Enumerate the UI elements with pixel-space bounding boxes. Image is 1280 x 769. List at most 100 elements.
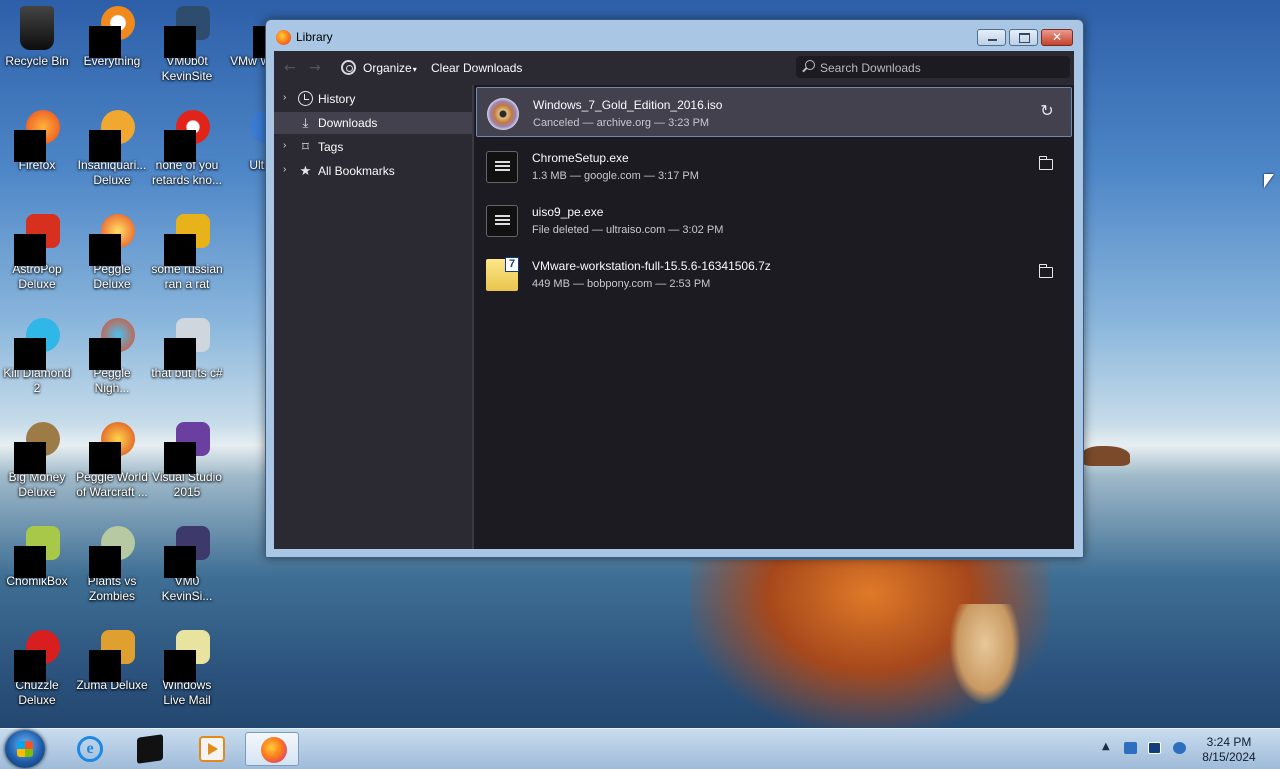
- russian-app-icon: [164, 214, 210, 266]
- desktop-icon-kill-diamond[interactable]: Kill Diamond 2: [0, 318, 74, 396]
- maximize-button[interactable]: [1009, 29, 1038, 46]
- executable-file-icon: [486, 205, 518, 237]
- taskbar-media-player[interactable]: [184, 732, 238, 766]
- expand-chevron-icon[interactable]: ›: [283, 164, 286, 175]
- download-filename: ChromeSetup.exe: [532, 151, 629, 165]
- desktop-icon-firefox[interactable]: Firefox: [0, 110, 74, 173]
- clock-date: 8/15/2024: [1202, 750, 1256, 764]
- tag-icon: ⌑: [302, 139, 309, 154]
- terminal-icon: [137, 734, 163, 764]
- desktop-icon-astropop[interactable]: AstroPop Deluxe: [0, 214, 74, 292]
- download-filename: Windows_7_Gold_Edition_2016.iso: [533, 98, 723, 112]
- disc-image-icon: [487, 98, 519, 130]
- firefox-icon: [14, 110, 60, 162]
- volume-icon[interactable]: [1173, 742, 1186, 754]
- zuma-icon: [89, 630, 135, 682]
- taskbar-clock[interactable]: 3:24 PM 8/15/2024: [1196, 735, 1262, 765]
- wallpaper-rock: [1082, 446, 1130, 466]
- desktop-icon-peggle-nights[interactable]: Peggle Nigh...: [75, 318, 149, 396]
- desktop-icon-chuzzle[interactable]: Chuzzle Deluxe: [0, 630, 74, 708]
- download-item[interactable]: ChromeSetup.exe 1.3 MB — google.com — 3:…: [476, 141, 1072, 191]
- download-item[interactable]: VMware-workstation-full-15.5.6-16341506.…: [476, 249, 1072, 299]
- desktop-icon-some-russian[interactable]: some russian ran a rat: [150, 214, 224, 292]
- taskbar-firefox[interactable]: [245, 732, 299, 766]
- desktop-icon-big-money[interactable]: Big Money Deluxe: [0, 422, 74, 500]
- firefox-icon: [276, 30, 291, 45]
- desktop-icon-insaniquarium[interactable]: Insaniquari... Deluxe: [75, 110, 149, 188]
- download-status: 449 MB — bobpony.com — 2:53 PM: [532, 278, 711, 290]
- star-icon: ★: [299, 163, 312, 178]
- minimize-button[interactable]: [977, 29, 1006, 46]
- desktop-icon-vm0-kevinsite[interactable]: VM0 KevinSi...: [150, 526, 224, 604]
- chuzzle-icon: [14, 630, 60, 682]
- sidebar-item-tags[interactable]: › ⌑ Tags: [274, 136, 472, 158]
- desktop-icon-none-of-you[interactable]: none of you retards kno...: [150, 110, 224, 188]
- folder-icon[interactable]: [1036, 156, 1056, 174]
- visual-studio-icon: [164, 422, 210, 474]
- close-button[interactable]: ✕: [1041, 29, 1073, 46]
- mouse-cursor-icon: [1264, 174, 1274, 188]
- download-item[interactable]: uiso9_pe.exe File deleted — ultraiso.com…: [476, 195, 1072, 245]
- taskbar-terminal[interactable]: [122, 732, 176, 766]
- vm-shortcut-icon: [164, 526, 210, 578]
- 7zip-archive-icon: [486, 257, 519, 291]
- download-status: Canceled — archive.org — 3:23 PM: [533, 117, 710, 129]
- desktop-icon-windows-live-mail[interactable]: Windows Live Mail: [150, 630, 224, 708]
- taskbar-internet-explorer[interactable]: e: [62, 732, 116, 766]
- gear-icon[interactable]: [341, 60, 356, 75]
- desktop-icon-chomikbox[interactable]: ChomikBox: [0, 526, 74, 589]
- start-button[interactable]: [5, 730, 45, 768]
- expand-chevron-icon[interactable]: ›: [283, 92, 286, 103]
- search-icon: [805, 60, 815, 70]
- folder-icon[interactable]: [1036, 264, 1056, 282]
- library-client-area: ← → Organize▾ Clear Downloads › History …: [274, 51, 1074, 549]
- internet-explorer-icon: e: [77, 736, 103, 762]
- clock-time: 3:24 PM: [1206, 735, 1252, 749]
- forward-arrow-icon[interactable]: →: [309, 60, 321, 76]
- library-sidebar: › History ⤓ Downloads › ⌑ Tags › ★ All B…: [274, 85, 474, 549]
- network-icon[interactable]: [1148, 742, 1161, 754]
- download-item[interactable]: Windows_7_Gold_Edition_2016.iso Canceled…: [476, 87, 1072, 137]
- window-title: Library: [296, 30, 333, 44]
- desktop-icon-peggle-deluxe[interactable]: Peggle Deluxe: [75, 214, 149, 292]
- media-player-icon: [199, 736, 225, 762]
- organize-button[interactable]: Organize▾: [363, 61, 417, 75]
- desktop-icon-vm0b0t[interactable]: VM0b0t KevinSite: [150, 6, 224, 84]
- vm-shortcut-icon: [164, 6, 210, 58]
- peggle-nights-icon: [89, 318, 135, 370]
- chrome-like-icon: [164, 110, 210, 162]
- library-window: Library ✕ ← → Organize▾ Clear Downloads …: [265, 19, 1084, 558]
- show-hidden-icons-arrow[interactable]: ▲: [1102, 741, 1110, 752]
- sidebar-item-all-bookmarks[interactable]: › ★ All Bookmarks: [274, 160, 472, 182]
- search-box[interactable]: [796, 56, 1070, 78]
- desktop-icon-visual-studio[interactable]: Visual Studio 2015: [150, 422, 224, 500]
- plants-vs-zombies-icon: [89, 526, 135, 578]
- library-toolbar: ← → Organize▾ Clear Downloads: [274, 51, 1074, 85]
- download-status: 1.3 MB — google.com — 3:17 PM: [532, 170, 699, 182]
- sidebar-item-downloads[interactable]: ⤓ Downloads: [274, 112, 472, 134]
- back-arrow-icon[interactable]: ←: [284, 60, 296, 76]
- peggle-icon: [89, 214, 135, 266]
- search-downloads-input[interactable]: [818, 58, 1062, 78]
- download-filename: uiso9_pe.exe: [532, 205, 604, 219]
- desktop-icon-plants-vs-zombies[interactable]: Plants vs Zombies: [75, 526, 149, 604]
- desktop-icon-that-but-its-csharp[interactable]: that but its c#: [150, 318, 224, 381]
- clear-downloads-button[interactable]: Clear Downloads: [431, 61, 522, 75]
- desktop-icon-zuma[interactable]: Zuma Deluxe: [75, 630, 149, 693]
- desktop-icon-recycle-bin[interactable]: Recycle Bin: [0, 6, 74, 69]
- big-money-icon: [14, 422, 60, 474]
- sidebar-item-history[interactable]: › History: [274, 88, 472, 110]
- firefox-icon: [261, 737, 287, 763]
- mail-icon: [164, 630, 210, 682]
- desktop-icon-peggle-wow[interactable]: Peggle World of Warcraft ...: [75, 422, 149, 500]
- download-icon: ⤓: [302, 115, 309, 130]
- file-stack-icon: [164, 318, 210, 370]
- retry-icon[interactable]: ↻: [1037, 103, 1057, 121]
- expand-chevron-icon[interactable]: ›: [283, 140, 286, 151]
- desktop-hamster-image: [950, 604, 1020, 704]
- recycle-bin-icon: [14, 6, 60, 52]
- executable-file-icon: [486, 151, 518, 183]
- flag-icon[interactable]: [1124, 742, 1137, 754]
- title-bar[interactable]: Library ✕: [266, 20, 1083, 52]
- desktop-icon-everything[interactable]: Everything: [75, 6, 149, 69]
